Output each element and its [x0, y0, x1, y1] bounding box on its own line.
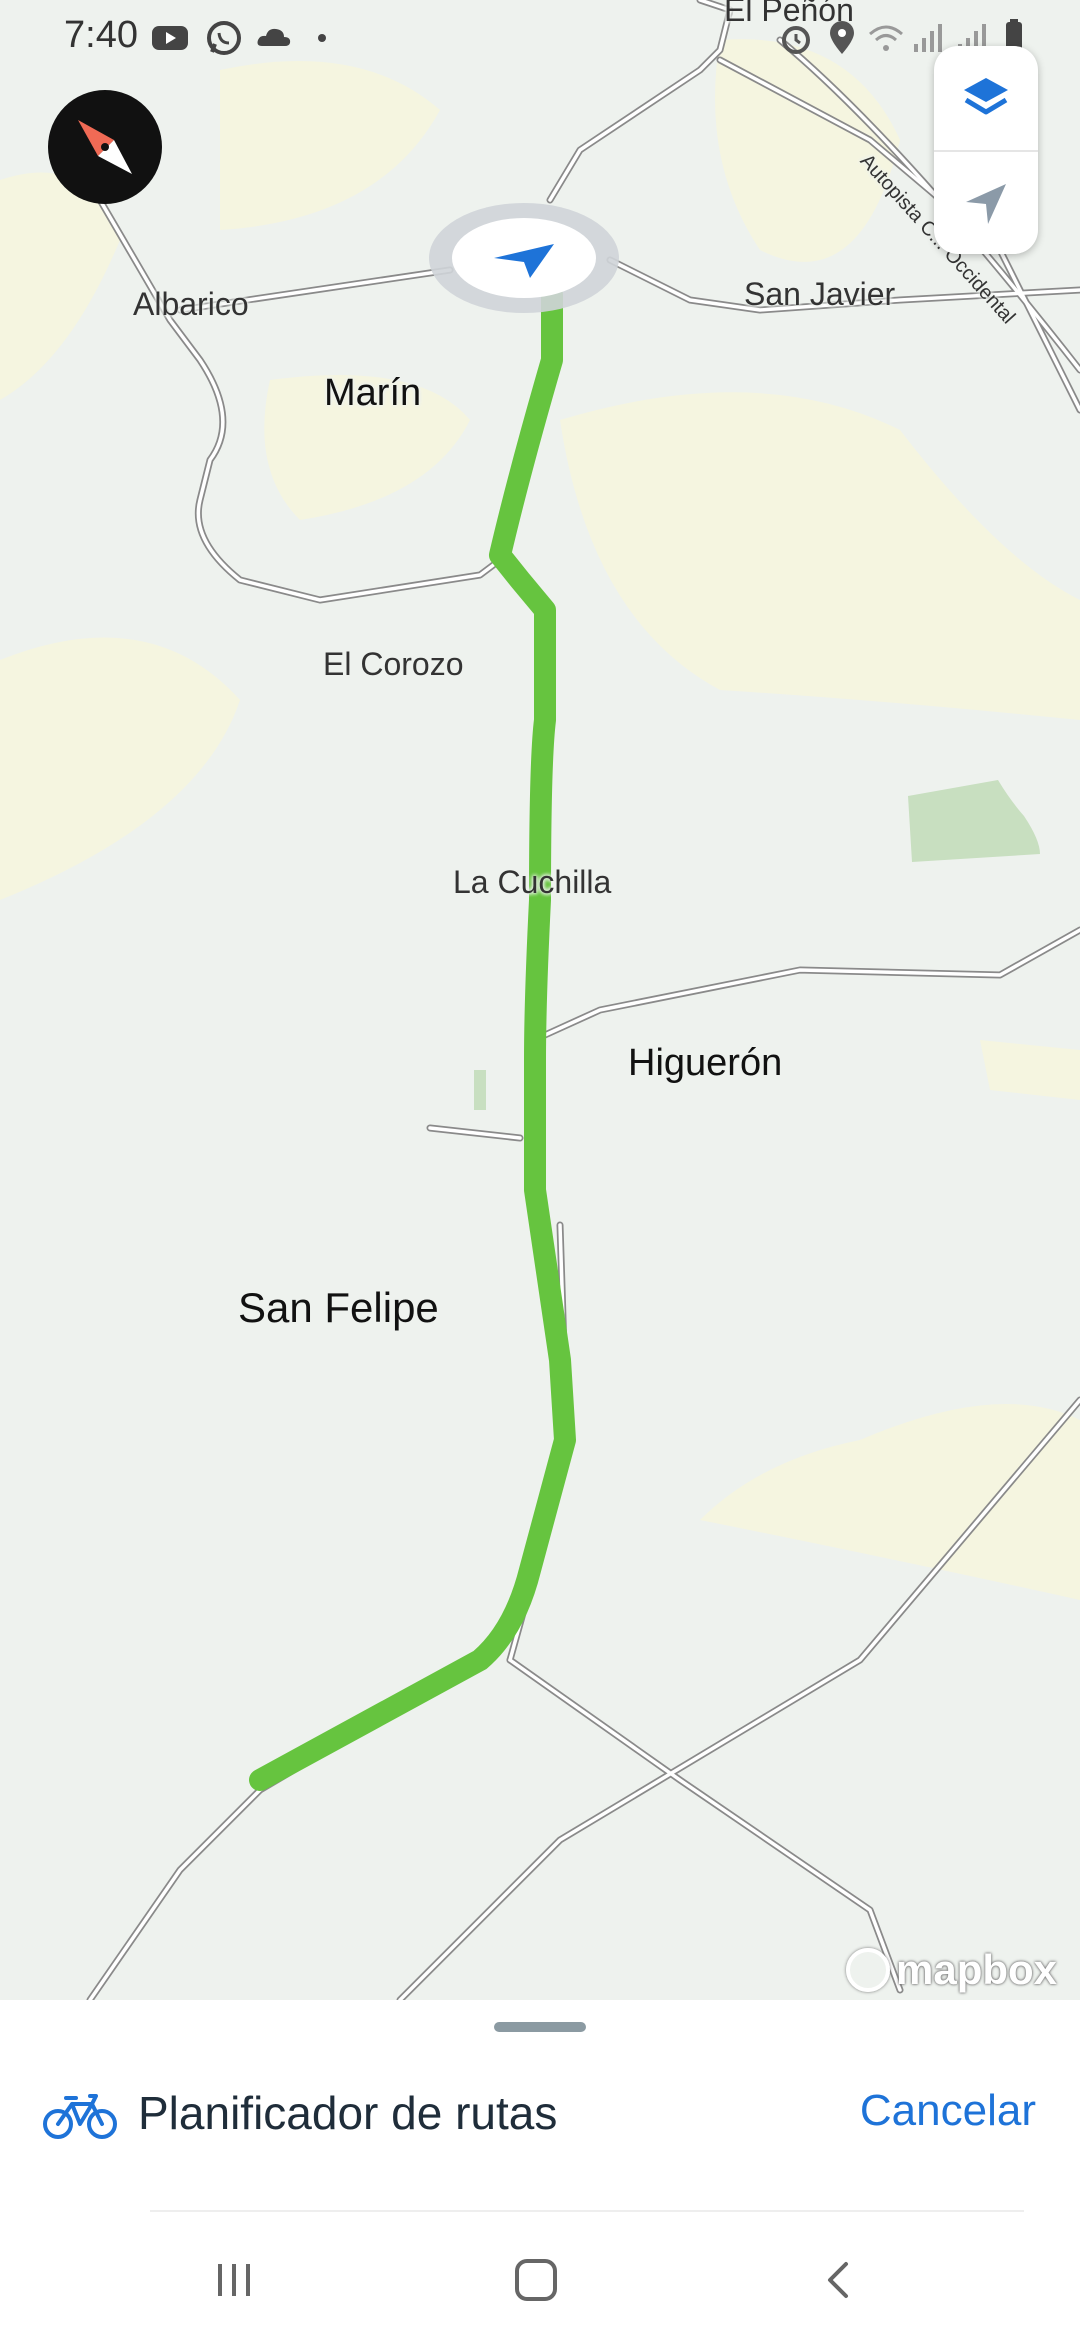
- map-label-la-cuchilla: La Cuchilla: [453, 864, 612, 900]
- status-bar: 7:40: [0, 0, 1080, 76]
- mapbox-attribution[interactable]: mapbox: [846, 1942, 1057, 1998]
- alarm-icon: [782, 26, 810, 54]
- youtube-icon: [152, 26, 188, 50]
- back-button[interactable]: [800, 2245, 880, 2315]
- route-planner-header: Planificador de rutas Cancelar: [0, 2056, 1080, 2176]
- home-button[interactable]: [496, 2245, 576, 2315]
- sheet-divider: [150, 2210, 1024, 2212]
- compass-button[interactable]: [48, 90, 162, 204]
- mapbox-logo-icon: [846, 1948, 890, 1992]
- home-icon: [515, 2259, 557, 2301]
- recent-apps-icon: [218, 2264, 250, 2296]
- dot-icon: [318, 34, 326, 42]
- map-label-albarico: Albarico: [133, 286, 249, 322]
- map-view[interactable]: El Peñón Albarico San Javier Marín El Co…: [0, 0, 1080, 2000]
- layers-icon: [964, 78, 1008, 115]
- map-label-san-felipe: San Felipe: [238, 1284, 439, 1331]
- cloud-icon: [257, 28, 291, 46]
- map-label-marin: Marín: [324, 372, 422, 414]
- map-controls: [934, 46, 1038, 254]
- route-planner-title: Planificador de rutas: [138, 2087, 558, 2139]
- layers-button[interactable]: [934, 46, 1038, 150]
- recent-apps-button[interactable]: [194, 2245, 274, 2315]
- park-area: [474, 1070, 486, 1110]
- bicycle-icon: [43, 2094, 117, 2139]
- status-time: 7:40: [64, 14, 138, 56]
- back-icon: [828, 2262, 848, 2298]
- location-icon: [830, 21, 854, 54]
- locate-button[interactable]: [934, 152, 1038, 256]
- navigation-arrow-icon: [966, 184, 1006, 224]
- wifi-icon: [869, 25, 903, 51]
- sheet-drag-handle[interactable]: [494, 2022, 586, 2032]
- compass-icon: [78, 120, 132, 174]
- system-nav-bar: [0, 2215, 1080, 2340]
- map-label-el-corozo: El Corozo: [323, 646, 464, 682]
- whatsapp-icon: [207, 21, 241, 55]
- map-label-higueron: Higuerón: [628, 1042, 783, 1084]
- current-location-marker: [429, 203, 619, 313]
- map-label-san-javier: San Javier: [744, 276, 896, 312]
- cancel-button[interactable]: Cancelar: [860, 2086, 1036, 2136]
